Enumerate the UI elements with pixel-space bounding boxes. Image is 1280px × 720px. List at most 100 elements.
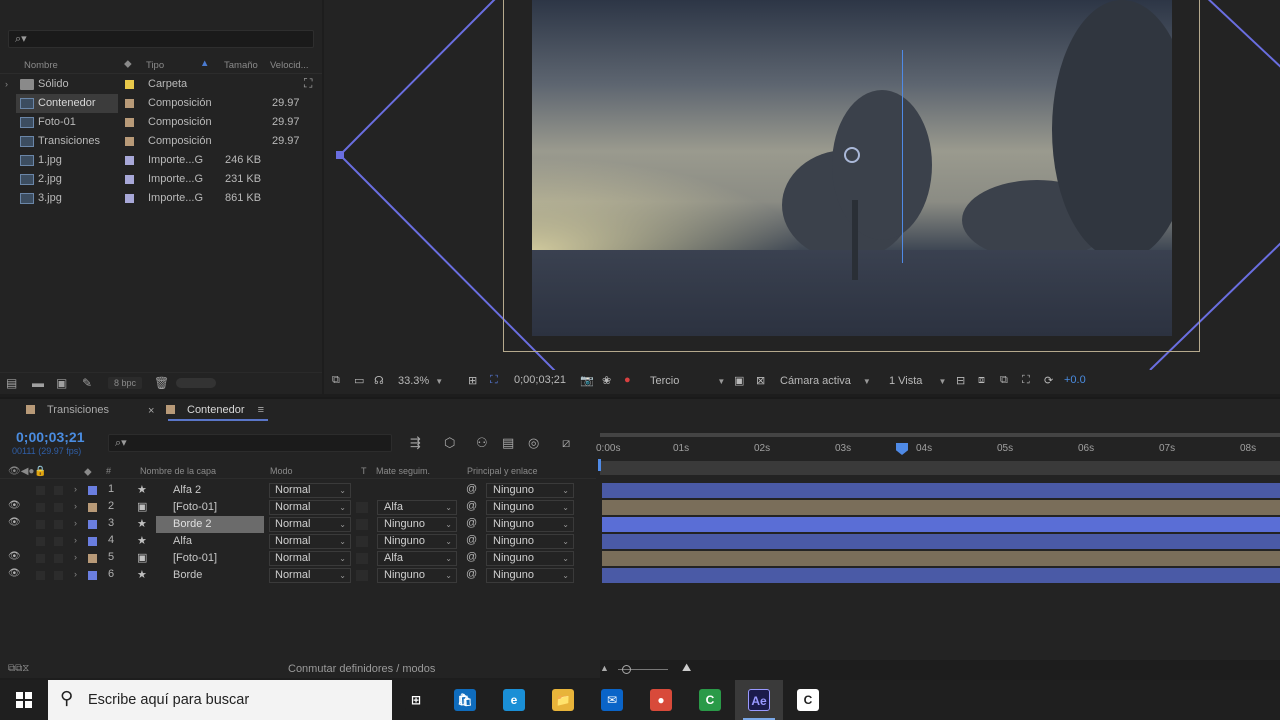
taskbar-app[interactable]: 📁 [539, 680, 587, 720]
layer-row[interactable]: › 1 ★ Alfa 2 Normal ⌄ @ Ninguno ⌄ [0, 482, 596, 499]
col-matte[interactable]: Mate seguim. [376, 466, 430, 476]
blend-mode-dropdown[interactable]: Normal ⌄ [269, 551, 351, 566]
track-matte-dropdown[interactable]: Ninguno ⌄ [377, 568, 457, 583]
taskbar-app[interactable]: C [686, 680, 734, 720]
label-color-swatch[interactable] [125, 99, 134, 108]
fit-icon[interactable]: ⊞ [468, 374, 477, 387]
monitor-icon[interactable]: ▭ [354, 374, 364, 387]
visibility-eye-icon[interactable]: 👁 [8, 568, 21, 579]
layer-name[interactable]: [Foto-01] [156, 550, 264, 567]
camera-dropdown[interactable]: Cámara activa ▼ [780, 372, 871, 390]
solo-toggle[interactable] [36, 520, 45, 529]
exposure-value[interactable]: +0.0 [1064, 374, 1086, 386]
show-snapshot-icon[interactable]: ❀ [602, 374, 611, 387]
parent-pickwhip-icon[interactable]: @ [466, 517, 477, 529]
layer-duration-bar[interactable] [602, 517, 1280, 532]
resolution-dropdown[interactable]: Tercio ▼ [650, 372, 725, 390]
fast-preview-icon[interactable]: ▣ [734, 374, 744, 387]
mask-icon[interactable]: ☊ [374, 374, 384, 387]
parent-pickwhip-icon[interactable]: @ [466, 534, 477, 546]
track-matte-dropdown[interactable]: Ninguno ⌄ [377, 534, 457, 549]
close-tab-icon[interactable]: × [148, 405, 154, 417]
new-composition-icon[interactable]: ▣ [56, 376, 67, 390]
tab-menu-icon[interactable]: ≡ [258, 404, 264, 416]
project-item[interactable]: Transiciones Composición 29.97 [0, 132, 320, 151]
visibility-eye-icon[interactable]: 👁 [8, 500, 21, 511]
lock-toggle[interactable] [54, 503, 63, 512]
zoom-thumb[interactable] [622, 665, 631, 674]
timeline-timecode[interactable]: 0;00;03;21 [16, 429, 85, 445]
layer-label-color[interactable] [88, 520, 97, 529]
col-size[interactable]: Tamaño [224, 60, 258, 71]
taskbar-app[interactable]: 🛍 [441, 680, 489, 720]
lock-toggle[interactable] [54, 520, 63, 529]
project-item[interactable]: Contenedor Composición 29.97 [0, 94, 320, 113]
layer-name[interactable]: [Foto-01] [156, 499, 264, 516]
trash-icon[interactable]: 🗑 [154, 376, 169, 390]
render-queue-icon[interactable]: ✎ [82, 376, 92, 390]
parent-dropdown[interactable]: Ninguno ⌄ [486, 568, 574, 583]
zoom-in-icon[interactable]: ⛰ [682, 662, 691, 675]
footer-toggle-icons[interactable]: ⧉⧉⧖ [8, 663, 29, 674]
taskbar-app[interactable]: ⊞ [392, 680, 440, 720]
layer-label-color[interactable] [88, 554, 97, 563]
toggle-pixel-aspect-icon[interactable]: ⊟ [956, 374, 965, 387]
preserve-transparency-toggle[interactable] [356, 519, 368, 530]
new-folder-icon[interactable]: ▬ [32, 376, 44, 390]
interpret-footage-icon[interactable]: ▤ [6, 376, 17, 390]
draft-3d-icon[interactable]: ⬡ [444, 435, 455, 451]
blend-mode-dropdown[interactable]: Normal ⌄ [269, 517, 351, 532]
layer-row[interactable]: 👁 › 2 ▣ [Foto-01] Normal ⌄ Alfa ⌄ @ Ninguno ⌄ [0, 499, 596, 516]
reset-exposure-icon[interactable]: ⟳ [1044, 374, 1053, 387]
shy-layers-icon[interactable]: ⚇ [476, 435, 488, 451]
layer-name[interactable]: Borde [156, 567, 264, 584]
parent-dropdown[interactable]: Ninguno ⌄ [486, 551, 574, 566]
layer-label-color[interactable] [88, 537, 97, 546]
project-item-name[interactable]: Sólido [16, 75, 118, 94]
expand-layer-arrow-icon[interactable]: › [74, 535, 77, 545]
start-button[interactable] [0, 680, 48, 720]
views-dropdown[interactable]: 1 Vista ▼ [889, 372, 946, 390]
project-item-name[interactable]: 3.jpg [16, 189, 118, 208]
crop-icon[interactable]: ⛶ [490, 374, 498, 387]
visibility-eye-icon[interactable]: 👁 [8, 551, 21, 562]
taskbar-app[interactable]: e [490, 680, 538, 720]
project-item-name[interactable]: Transiciones [16, 132, 118, 151]
col-layer-name[interactable]: Nombre de la capa [140, 466, 216, 476]
label-color-swatch[interactable] [125, 118, 134, 127]
zoom-out-icon[interactable]: ▲ [600, 663, 609, 673]
expand-layer-arrow-icon[interactable]: › [74, 552, 77, 562]
visibility-eye-icon[interactable]: 👁 [8, 517, 21, 528]
parent-pickwhip-icon[interactable]: @ [466, 500, 477, 512]
layer-row[interactable]: 👁 › 3 ★ Borde 2 Normal ⌄ Ninguno ⌄ @ Ninguno ⌄ [0, 516, 596, 533]
lock-toggle[interactable] [54, 537, 63, 546]
region-of-interest-icon[interactable]: ⧉ [332, 374, 340, 387]
project-item[interactable]: › Sólido Carpeta [0, 75, 320, 94]
layer-label-color[interactable] [88, 571, 97, 580]
layer-duration-bar[interactable] [602, 551, 1280, 566]
tab-transiciones[interactable]: Transiciones [26, 404, 109, 416]
col-name[interactable]: Nombre [24, 60, 58, 71]
parent-pickwhip-icon[interactable]: @ [466, 568, 477, 580]
layer-label-color[interactable] [88, 503, 97, 512]
parent-dropdown[interactable]: Ninguno ⌄ [486, 534, 574, 549]
timeline-link-icon[interactable]: ⧉ [1000, 374, 1008, 387]
taskbar-app[interactable]: Ae [735, 680, 783, 720]
lock-toggle[interactable] [54, 554, 63, 563]
timeline-zoom-slider[interactable]: ▲ ⛰ [600, 660, 720, 678]
project-item-name[interactable]: Foto-01 [16, 113, 118, 132]
expand-layer-arrow-icon[interactable]: › [74, 501, 77, 511]
composition-mini-flowchart-icon[interactable]: ⇶ [410, 435, 421, 451]
label-color-swatch[interactable] [125, 175, 134, 184]
viewer-timecode[interactable]: 0;00;03;21 [514, 374, 566, 386]
expand-layer-arrow-icon[interactable]: › [74, 484, 77, 494]
col-speed[interactable]: Velocid... [270, 60, 309, 71]
blend-mode-dropdown[interactable]: Normal ⌄ [269, 568, 351, 583]
snapshot-icon[interactable]: 📷 [580, 374, 594, 387]
blend-mode-dropdown[interactable]: Normal ⌄ [269, 534, 351, 549]
bit-depth-button[interactable]: 8 bpc [108, 377, 143, 389]
project-search-input[interactable]: ⌕▾ [8, 30, 314, 48]
zoom-dropdown[interactable]: 33.3% ▼ [398, 372, 443, 390]
solo-toggle[interactable] [36, 537, 45, 546]
layer-duration-bar[interactable] [602, 568, 1280, 583]
